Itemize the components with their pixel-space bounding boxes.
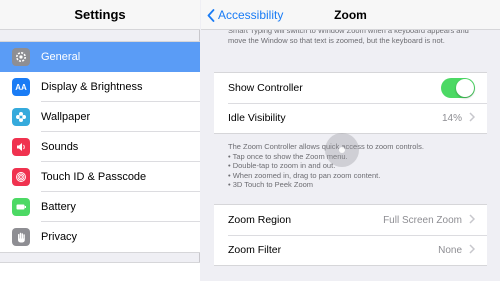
chevron-left-icon [207, 8, 215, 22]
sidebar-item-wallpaper[interactable]: Wallpaper [0, 102, 200, 132]
settings-list: General AA Display & Brightness Wallpape… [0, 41, 200, 253]
speaker-icon [12, 138, 30, 156]
sidebar-item-label: General [41, 51, 81, 63]
sidebar-item-privacy[interactable]: Privacy [0, 222, 200, 252]
idle-visibility-row[interactable]: Idle Visibility 14% [214, 103, 487, 133]
chevron-right-icon [469, 243, 476, 257]
sidebar-item-touch-id-passcode[interactable]: Touch ID & Passcode [0, 162, 200, 192]
settings-header: Settings [0, 0, 200, 30]
sidebar-item-label: Battery [41, 192, 200, 222]
sidebar-item-label: Display & Brightness [41, 72, 200, 102]
toggle-knob [456, 79, 474, 97]
zoom-controller-note-bullet: • 3D Touch to Peek Zoom [228, 180, 314, 189]
zoom-controller-dot [339, 147, 345, 153]
chevron-right-icon [469, 111, 476, 125]
back-button[interactable]: Accessibility [207, 0, 283, 30]
settings-title: Settings [74, 7, 126, 22]
zoom-settings-pane: Accessibility Zoom Smart Typing will swi… [201, 0, 500, 281]
show-controller-toggle[interactable] [441, 78, 475, 98]
idle-visibility-value: 14% [441, 112, 462, 124]
chevron-right-icon [469, 213, 476, 227]
sidebar-item-label: Touch ID & Passcode [41, 162, 200, 192]
sidebar-item-display-brightness[interactable]: AA Display & Brightness [0, 72, 200, 102]
sidebar-item-sounds[interactable]: Sounds [0, 132, 200, 162]
battery-icon [12, 198, 30, 216]
flower-icon [12, 108, 30, 126]
zoom-controller-note-bullet: • When zoomed in, drag to pan zoom conte… [228, 170, 381, 180]
detail-navbar: Accessibility Zoom [201, 0, 500, 30]
sidebar-next-group [0, 262, 200, 281]
text-size-icon: AA [12, 78, 30, 96]
sidebar-item-battery[interactable]: Battery [0, 192, 200, 222]
sidebar-item-label: Privacy [41, 231, 78, 243]
zoom-filter-label: Zoom Filter [228, 244, 282, 256]
sidebar-item-label: Sounds [41, 132, 200, 162]
zoom-filter-row[interactable]: Zoom Filter None [214, 235, 487, 265]
show-controller-row: Show Controller [214, 73, 487, 103]
sidebar-item-general[interactable]: General [0, 42, 200, 72]
show-controller-label: Show Controller [228, 82, 303, 94]
back-button-label: Accessibility [218, 8, 284, 22]
zoom-region-row[interactable]: Zoom Region Full Screen Zoom [214, 205, 487, 235]
idle-visibility-label: Idle Visibility [228, 112, 286, 124]
fingerprint-icon [12, 168, 30, 186]
zoom-region-label: Zoom Region [228, 214, 292, 226]
zoom-filter-value: None [438, 244, 462, 256]
hand-icon [12, 228, 30, 246]
zoom-region-value: Full Screen Zoom [383, 214, 462, 226]
sidebar-item-label: Wallpaper [41, 102, 200, 132]
zoom-options-group: Zoom Region Full Screen Zoom Zoom Filter… [214, 204, 487, 266]
zoom-controller-overlay[interactable] [325, 133, 359, 167]
controller-group: Show Controller Idle Visibility 14% [214, 72, 487, 134]
settings-sidebar: Settings General AA Display & Brightness… [0, 0, 200, 281]
gear-icon [12, 48, 30, 66]
